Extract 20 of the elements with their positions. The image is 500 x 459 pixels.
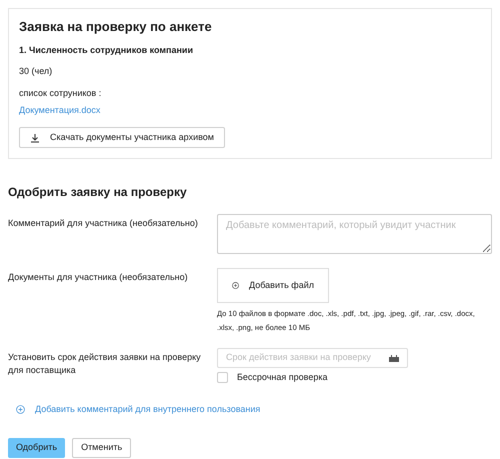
add-file-button[interactable]: Добавить файл <box>217 268 329 303</box>
plus-icon <box>16 404 25 414</box>
checkbox-label: Бессрочная проверка <box>237 371 328 384</box>
documents-label: Документы для участника (необязательно) <box>8 271 189 284</box>
download-icon <box>30 132 40 142</box>
comment-label: Комментарий для участника (необязательно) <box>8 217 199 230</box>
term-date-field[interactable]: Срок действия заявки на проверку <box>217 348 408 368</box>
file-label: список сотруников : <box>19 87 102 100</box>
answer-text: 30 (чел) <box>19 64 54 78</box>
section-title: Одобрить заявку на проверку <box>8 184 188 201</box>
term-label: Установить срок действия заявки на проверку для поставщика <box>8 351 202 377</box>
card-title: Заявка на проверку по анкете <box>19 19 213 35</box>
download-button[interactable]: Скачать документы участника архивом <box>19 127 225 148</box>
calendar-icon <box>389 354 399 362</box>
comment-field[interactable]: Добавьте комментарий, который увидит участник <box>217 214 492 254</box>
cancel-button[interactable]: Отменить <box>72 438 132 458</box>
checkbox[interactable] <box>217 372 228 384</box>
plus-icon <box>232 280 240 291</box>
question-title: 1. Численность сотрудников компании <box>19 44 194 57</box>
approve-button[interactable]: Одобрить <box>8 438 66 458</box>
